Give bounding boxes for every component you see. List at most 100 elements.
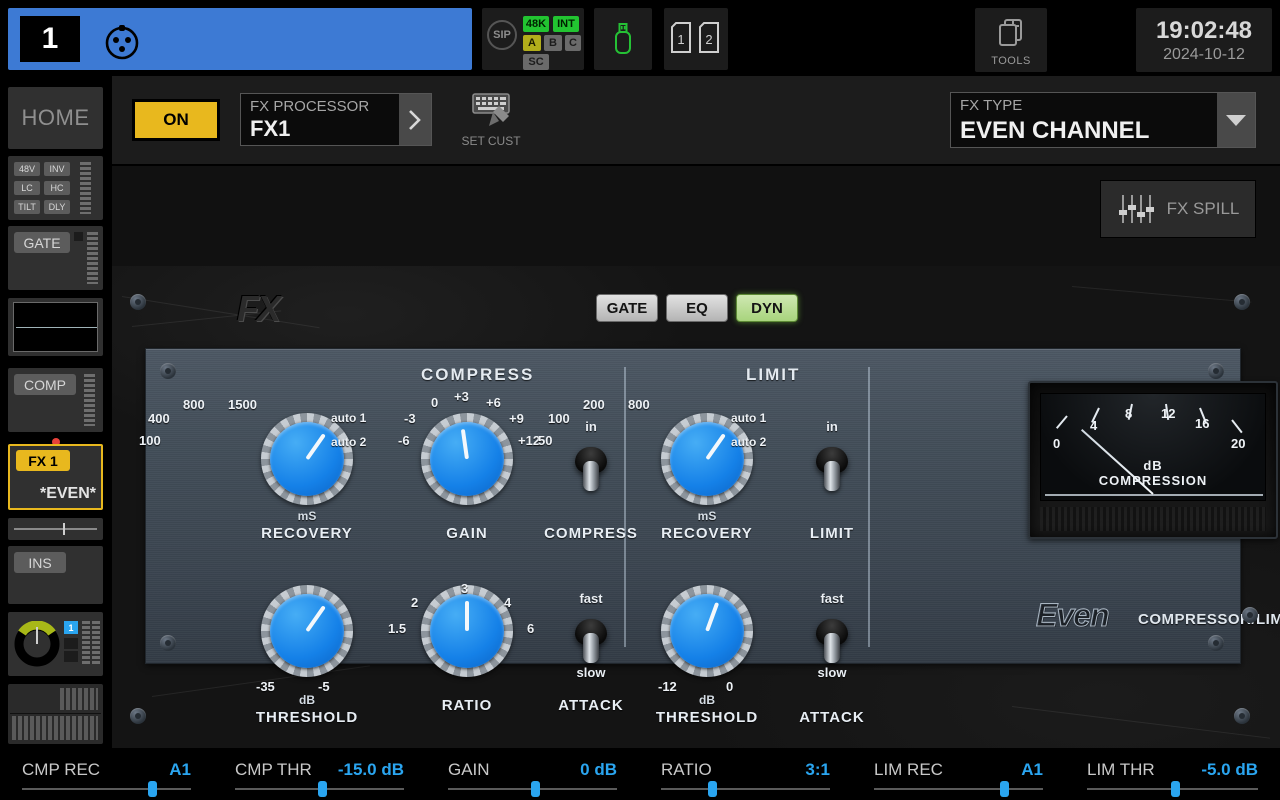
preamp-tag-tilt[interactable]: TILT <box>14 200 40 214</box>
preamp-tag-dly[interactable]: DLY <box>44 200 70 214</box>
param-handle[interactable] <box>707 781 717 797</box>
sidebar-item-home[interactable]: HOME <box>8 87 103 149</box>
chevron-right-icon[interactable] <box>399 94 431 145</box>
limit-threshold-knob[interactable] <box>661 585 753 677</box>
limit-attack-switch[interactable]: fast slow <box>814 591 850 680</box>
channel-strip-header[interactable]: 1 <box>8 8 472 70</box>
pan-slot-3[interactable] <box>64 651 78 662</box>
knob-pointer <box>460 429 469 460</box>
param-value: -5.0 dB <box>1201 760 1258 779</box>
cmp-attack-name: ATTACK <box>558 697 624 714</box>
clock-display[interactable]: 19:02:48 2024-10-12 <box>1136 8 1272 72</box>
section-divider-2 <box>868 367 870 647</box>
fx1-name: *EVEN* <box>39 485 96 502</box>
set-cust-button[interactable]: SET CUST <box>455 92 527 148</box>
knob-face <box>430 422 504 496</box>
plugin-brand-subtitle: COMPRESSOR/LIMITER <box>1138 611 1280 628</box>
knob-face <box>270 422 344 496</box>
preamp-tag-48v[interactable]: 48V <box>14 162 40 176</box>
tag-int: INT <box>553 16 579 32</box>
param-handle[interactable] <box>148 781 158 797</box>
param-strip-cmp-thr[interactable]: CMP THR -15.0 dB <box>213 748 426 800</box>
fx-type-dropdown[interactable]: FX TYPE EVEN CHANNEL <box>950 92 1256 148</box>
compress-threshold-knob[interactable] <box>261 585 353 677</box>
tools-button[interactable]: TOOLS <box>975 8 1047 72</box>
compress-recovery-knob[interactable] <box>261 413 353 505</box>
chevron-down-icon[interactable] <box>1217 93 1255 147</box>
sidebar-item-gate[interactable]: GATE <box>8 226 103 290</box>
param-strip-ratio[interactable]: RATIO 3:1 <box>639 748 852 800</box>
tools-label: TOOLS <box>991 55 1031 67</box>
param-track[interactable] <box>661 788 830 790</box>
vu-label-4: 4 <box>1090 418 1098 433</box>
plugin-faceplate: COMPRESS LIMIT 100 400 800 1500 auto 1 a… <box>139 348 1280 726</box>
param-track[interactable] <box>22 788 191 790</box>
limit-recovery-knob[interactable] <box>661 413 753 505</box>
ratio-scale-4: 4 <box>504 595 512 610</box>
sidebar-item-eq[interactable] <box>8 298 103 356</box>
pan-slot-2[interactable] <box>64 638 78 649</box>
fx-on-button[interactable]: ON <box>132 99 220 141</box>
tag-48k: 48K <box>523 16 549 32</box>
sd-card-status-box[interactable]: 1 2 <box>664 8 728 70</box>
pan-knob-icon[interactable] <box>14 621 60 667</box>
compress-in-switch[interactable]: in <box>573 419 609 505</box>
cmp-recovery-name: RECOVERY <box>261 525 353 542</box>
tag-b[interactable]: B <box>544 35 562 51</box>
toggle-lever[interactable] <box>583 461 599 491</box>
sd-card-2-icon[interactable]: 2 <box>698 22 720 54</box>
cmp-recovery-scale-auto2: auto 2 <box>331 435 367 449</box>
fx-slider-handle[interactable] <box>63 523 65 535</box>
sidebar-fx-slider[interactable] <box>8 518 103 540</box>
cmp-attack-top-label: fast <box>579 591 603 606</box>
preamp-tag-lc[interactable]: LC <box>14 181 40 195</box>
toggle-lever[interactable] <box>824 461 840 491</box>
sidebar-fader-meters[interactable] <box>8 684 103 744</box>
top-status-bar: 1 SIP 48K INT A B C SC 1 2 TOOLS 19:02:4… <box>0 0 1280 76</box>
sip-status-box[interactable]: SIP 48K INT A B C SC <box>482 8 584 70</box>
preamp-tag-inv[interactable]: INV <box>44 162 70 176</box>
lim-recovery-scale-800: 800 <box>628 397 650 412</box>
param-strip-lim-thr[interactable]: LIM THR -5.0 dB <box>1065 748 1280 800</box>
section-divider-1 <box>624 367 626 647</box>
tab-eq[interactable]: EQ <box>666 294 728 322</box>
clock-date: 2024-10-12 <box>1163 45 1245 63</box>
eq-curve-display <box>13 302 98 352</box>
tag-c[interactable]: C <box>565 35 581 51</box>
ratio-scale-2: 2 <box>411 595 419 610</box>
fader-meter-bottom <box>12 716 98 740</box>
gate-led <box>74 232 83 241</box>
sidebar-item-pan[interactable]: 1 <box>8 612 103 676</box>
tab-dyn[interactable]: DYN <box>736 294 798 322</box>
compression-vu-meter: 0 4 8 12 16 20 dB COMPRESSION <box>1028 381 1278 539</box>
sidebar-item-fx1[interactable]: FX 1 *EVEN* <box>8 444 103 510</box>
usb-status-box[interactable] <box>594 8 652 70</box>
param-handle[interactable] <box>1170 781 1180 797</box>
tag-sc[interactable]: SC <box>523 54 549 70</box>
sidebar-item-preamp[interactable]: 48V INV LC HC TILT DLY <box>8 156 103 220</box>
fx-spill-button[interactable]: FX SPILL <box>1100 180 1256 238</box>
sidebar-item-ins[interactable]: INS <box>8 546 103 604</box>
compress-ratio-knob[interactable] <box>421 585 513 677</box>
channel-sidebar: HOME 48V INV LC HC TILT DLY GATE COMP FX… <box>0 76 112 748</box>
compress-attack-switch[interactable]: fast slow <box>573 591 609 680</box>
toggle-lever[interactable] <box>583 633 599 663</box>
vu-tick-20 <box>1231 419 1243 434</box>
compress-gain-knob[interactable] <box>421 413 513 505</box>
param-handle[interactable] <box>1000 781 1010 797</box>
param-strip-lim-rec[interactable]: LIM REC A1 <box>852 748 1065 800</box>
sidebar-item-comp[interactable]: COMP <box>8 368 103 432</box>
param-handle[interactable] <box>531 781 541 797</box>
param-track[interactable] <box>874 788 1043 790</box>
tag-a[interactable]: A <box>523 35 541 51</box>
param-strip-cmp-rec[interactable]: CMP REC A1 <box>0 748 213 800</box>
sd-card-1-icon[interactable]: 1 <box>670 22 692 54</box>
fader-divider <box>10 713 101 714</box>
fx-processor-selector[interactable]: FX PROCESSOR FX1 <box>240 93 432 146</box>
toggle-lever[interactable] <box>824 633 840 663</box>
param-strip-gain[interactable]: GAIN 0 dB <box>426 748 639 800</box>
limit-in-switch[interactable]: in <box>814 419 850 505</box>
param-handle[interactable] <box>318 781 328 797</box>
tab-gate[interactable]: GATE <box>596 294 658 322</box>
preamp-tag-hc[interactable]: HC <box>44 181 70 195</box>
